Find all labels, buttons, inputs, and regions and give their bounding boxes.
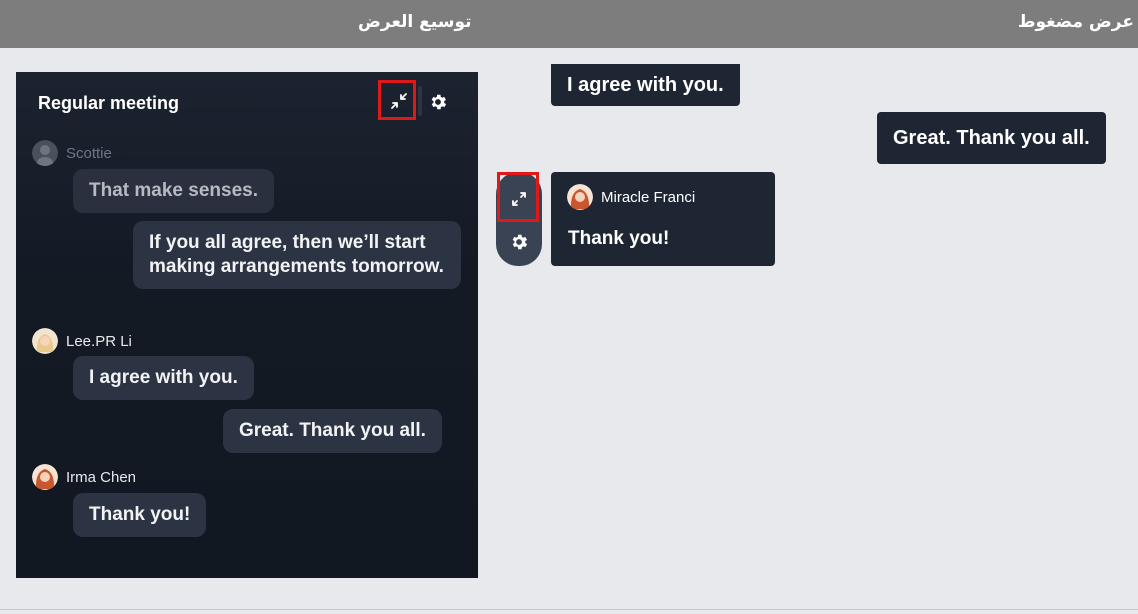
avatar — [32, 140, 58, 166]
compact-message-text: Thank you! — [568, 228, 670, 249]
message-bubble: That make senses. — [73, 169, 274, 213]
sender-name: Lee.PR Li — [66, 332, 132, 350]
message-bubble-self: Great. Thank you all. — [223, 409, 442, 453]
sender-name: Scottie — [66, 144, 112, 162]
settings-button[interactable] — [428, 92, 448, 112]
sender-name: Irma Chen — [66, 468, 137, 486]
compact-view-label: عرض مضغوط — [1017, 12, 1134, 32]
toolbar-divider — [418, 86, 422, 116]
sender-row: Scottie — [32, 140, 112, 166]
compact-self-bubble: Great. Thank you all. — [877, 112, 1106, 164]
message-bubble-self: If you all agree, then we’ll start makin… — [133, 221, 461, 289]
expand-highlight — [497, 172, 539, 222]
avatar — [567, 184, 593, 210]
settings-button[interactable] — [509, 232, 529, 252]
message-bubble: Thank you! — [73, 493, 207, 537]
shrink-highlight — [378, 80, 416, 120]
top-bar: توسيع العرض عرض مضغوط — [0, 0, 1138, 48]
sender-row: Lee.PR Li — [32, 328, 132, 354]
avatar — [32, 464, 58, 490]
divider — [0, 609, 1138, 610]
sender-row: Miracle Franci — [567, 184, 695, 210]
gear-icon — [431, 94, 447, 110]
sender-name: Miracle Franci — [601, 188, 696, 206]
message-bubble: I agree with you. — [73, 356, 254, 400]
compact-prev-bubble: I agree with you. — [551, 64, 740, 106]
expanded-view-label: توسيع العرض — [358, 12, 472, 32]
panel-title: Regular meeting — [38, 93, 180, 113]
avatar — [32, 328, 58, 354]
compact-message-card: Miracle Franci Thank you! — [551, 172, 775, 266]
sender-row: Irma Chen — [32, 464, 136, 490]
gear-icon — [512, 234, 528, 250]
expanded-chat-panel: Regular meeting Scottie That make senses… — [16, 72, 478, 578]
